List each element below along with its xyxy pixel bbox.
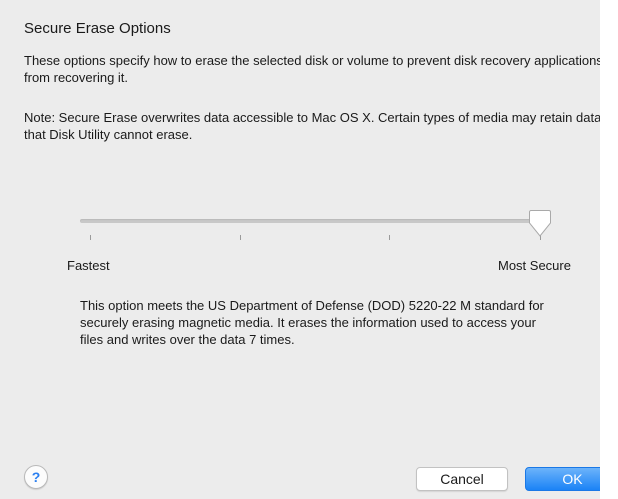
window-edge [600,0,618,499]
security-level-slider[interactable] [80,205,552,245]
slider-tick [389,235,390,240]
secure-erase-options-dialog: Secure Erase Options These options speci… [0,0,618,499]
help-button[interactable]: ? [24,465,48,489]
slider-min-label: Fastest [67,258,110,273]
slider-tick [240,235,241,240]
slider-max-label: Most Secure [498,258,571,273]
dialog-note: Note: Secure Erase overwrites data acces… [24,110,602,142]
slider-tick [90,235,91,240]
dialog-description: These options specify how to erase the s… [24,53,603,85]
slider-track[interactable] [80,219,542,223]
slider-knob[interactable] [528,209,552,239]
dialog-title: Secure Erase Options [24,20,171,37]
cancel-button[interactable]: Cancel [416,467,508,491]
question-mark-icon: ? [31,469,41,485]
option-info-text: This option meets the US Department of D… [80,298,544,347]
